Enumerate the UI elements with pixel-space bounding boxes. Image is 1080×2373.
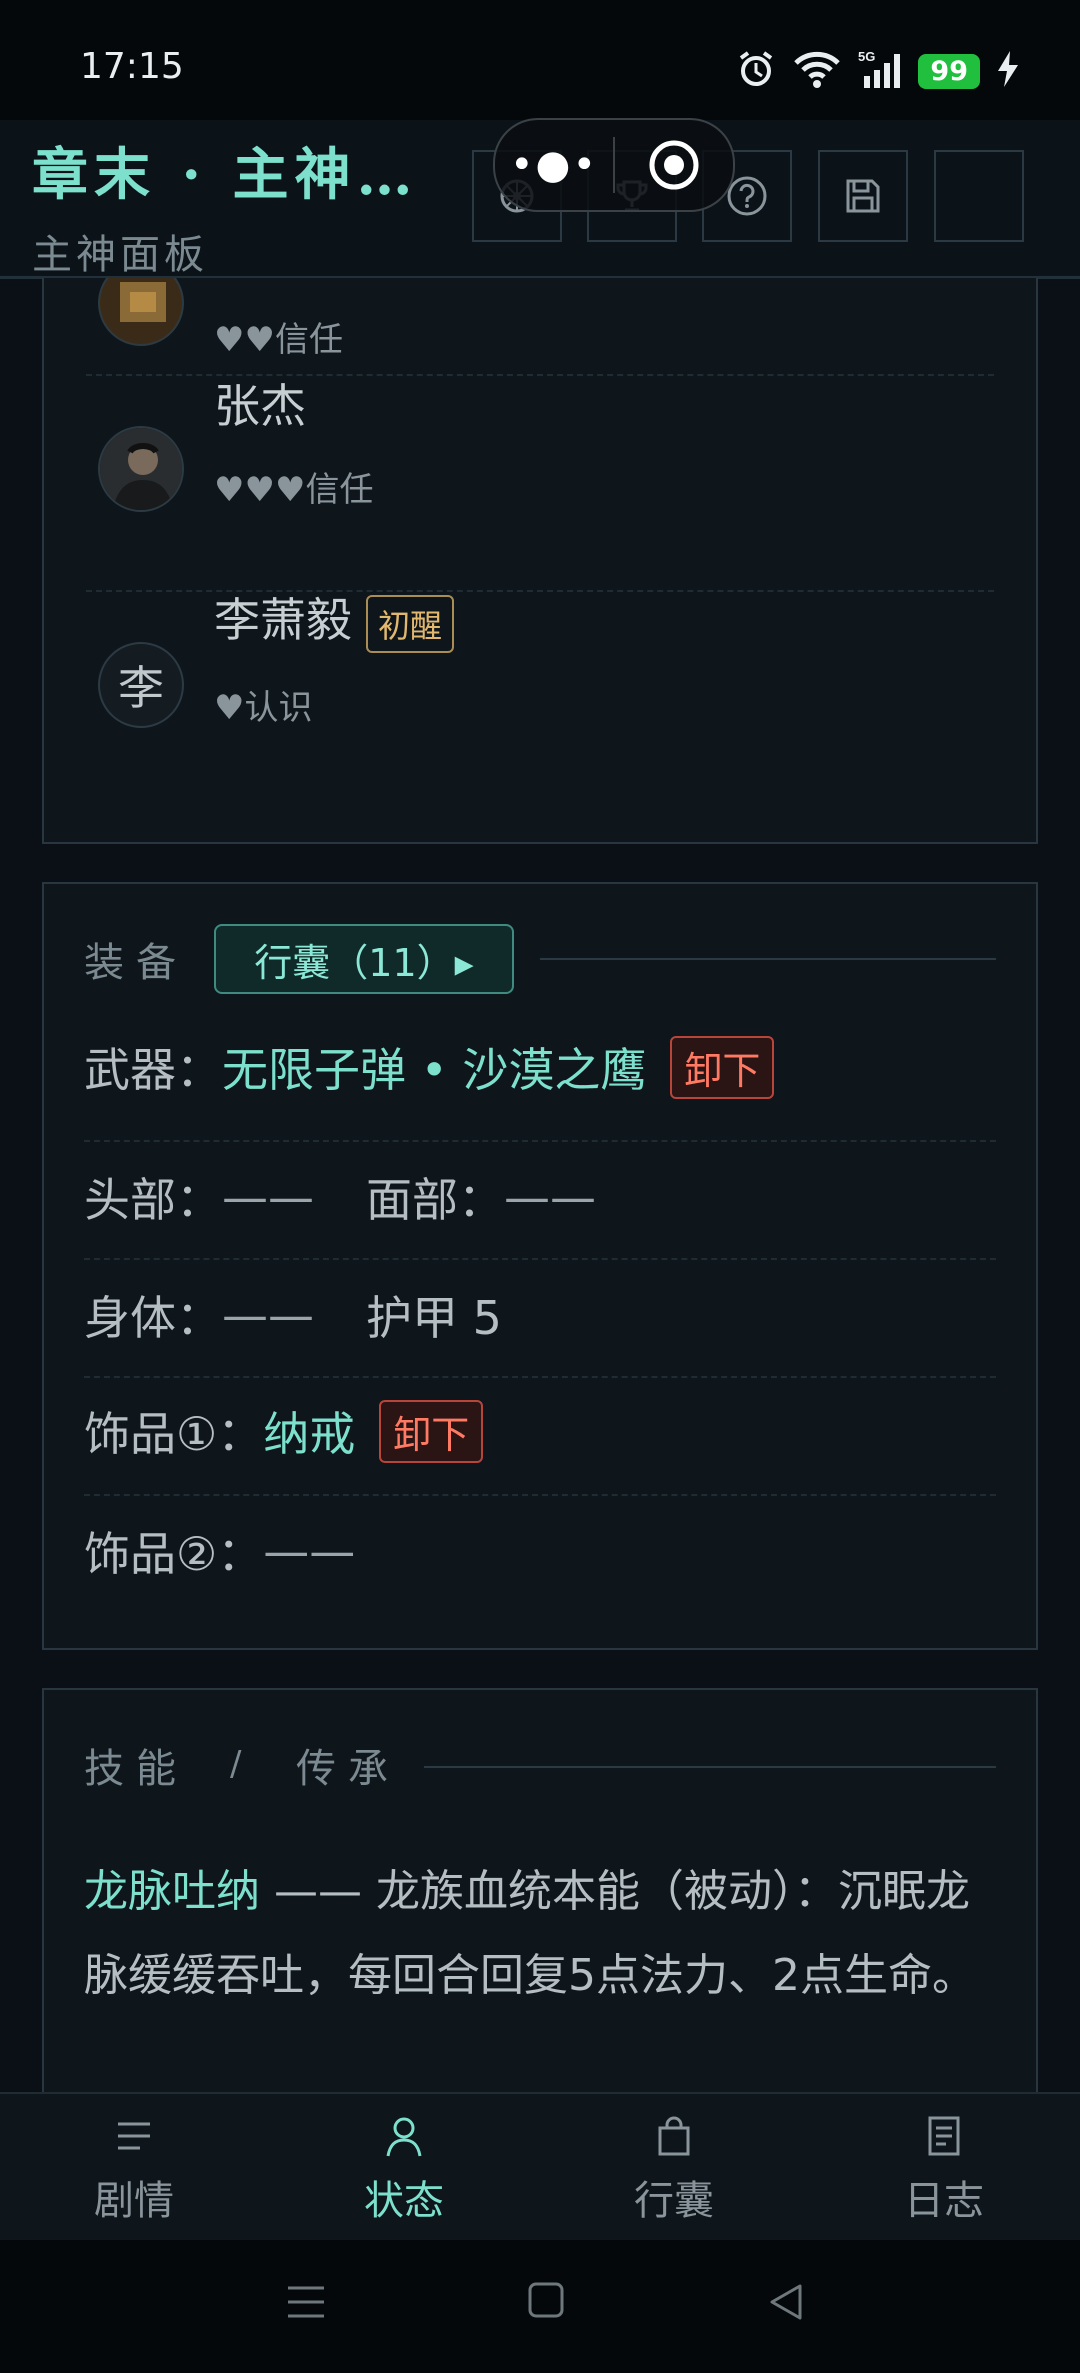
avatar[interactable]: 李 xyxy=(98,642,184,728)
face-value: —— xyxy=(504,1170,596,1224)
weapon-value[interactable]: 无限子弹 • 沙漠之鹰 xyxy=(222,1034,646,1100)
face-label: 面部： xyxy=(366,1173,504,1227)
character-name-row: 李萧毅 初醒 xyxy=(214,584,455,653)
target-icon xyxy=(649,140,699,190)
companions-panel: ♥♥信任 张杰 ♥♥♥信任 李 李萧毅 初醒 ♥认识 xyxy=(42,278,1038,844)
accessory2-label: 饰品②： xyxy=(84,1527,264,1581)
tab-label: 状态 xyxy=(364,2178,444,2224)
accessory2-value: —— xyxy=(263,1524,356,1578)
network-label: 5G xyxy=(858,49,875,64)
character-name: 李萧毅 xyxy=(214,593,352,647)
log-icon xyxy=(928,2116,960,2156)
save-button[interactable] xyxy=(818,150,908,242)
status-bar: 17:15 5G 99 xyxy=(0,0,1080,120)
section-title: 装备 xyxy=(84,940,188,986)
menu-icon xyxy=(118,2122,150,2150)
avatar[interactable] xyxy=(98,278,184,346)
section-separator: / xyxy=(230,1744,254,1784)
skills-panel: 技能 / 传承 龙脉吐纳 —— 龙族血统本能（被动）：沉眠龙脉缓缓吞吐，每回合回… xyxy=(42,1688,1038,2092)
home-icon xyxy=(528,2282,564,2318)
avatar[interactable] xyxy=(98,426,184,512)
close-button[interactable] xyxy=(615,139,733,191)
recents-icon xyxy=(288,2286,324,2318)
bottom-tab-bar: 剧情 状态 行囊 日志 xyxy=(0,2092,1080,2242)
page-subtitle: 主神面板 xyxy=(32,232,208,278)
accessory2-row: 饰品②： —— xyxy=(84,1518,355,1584)
bag-button[interactable]: 行囊（11）▸ xyxy=(214,924,514,994)
section-title: 技能 xyxy=(84,1746,188,1792)
equipment-panel: 装备 行囊（11）▸ 武器： 无限子弹 • 沙漠之鹰 卸下 头部： —— 面部：… xyxy=(42,882,1038,1650)
trust-level: ♥认识 xyxy=(214,688,313,728)
skill-name[interactable]: 龙脉吐纳 xyxy=(84,1866,260,1917)
home-button[interactable] xyxy=(526,2280,566,2324)
character-name: 张杰 xyxy=(214,379,306,433)
bag-icon xyxy=(658,2116,690,2156)
weapon-row: 武器： 无限子弹 • 沙漠之鹰 卸下 xyxy=(84,1034,775,1100)
unequip-accessory-button[interactable]: 卸下 xyxy=(379,1399,484,1463)
trust-level: ♥♥♥信任 xyxy=(214,470,374,510)
body-value: —— xyxy=(222,1288,314,1342)
tab-log[interactable]: 日志 xyxy=(844,2114,1044,2226)
battery-indicator: 99 xyxy=(918,53,980,89)
accessory1-value[interactable]: 纳戒 xyxy=(263,1398,355,1464)
trust-level: ♥♥信任 xyxy=(214,320,343,360)
wifi-icon xyxy=(792,49,842,93)
body-row: 身体： —— 护甲 5 xyxy=(84,1282,502,1348)
recents-button[interactable] xyxy=(284,2280,328,2328)
page-title: 章末 · 主神… xyxy=(32,142,419,208)
system-navigation-bar xyxy=(0,2240,1080,2373)
accessory1-label: 饰品①： xyxy=(84,1407,264,1461)
tab-status[interactable]: 状态 xyxy=(304,2114,504,2226)
tab-bag[interactable]: 行囊 xyxy=(574,2114,774,2226)
accessory1-row: 饰品①： 纳戒 卸下 xyxy=(84,1398,484,1464)
head-label: 头部： xyxy=(84,1173,222,1227)
weapon-label: 武器： xyxy=(84,1043,222,1097)
back-button[interactable] xyxy=(766,2280,806,2328)
body-label: 身体： xyxy=(84,1291,222,1345)
signal-icon: 5G xyxy=(858,48,902,94)
head-value: —— xyxy=(222,1170,314,1224)
skill-entry: 龙脉吐纳 —— 龙族血统本能（被动）：沉眠龙脉缓缓吞吐，每回合回复5点法力、2点… xyxy=(84,1850,996,2018)
save-icon xyxy=(846,179,880,213)
section-title-inheritance: 传承 xyxy=(296,1746,400,1792)
status-badge: 初醒 xyxy=(366,594,455,653)
tab-label: 日志 xyxy=(904,2178,984,2224)
back-icon xyxy=(770,2284,802,2320)
alarm-icon xyxy=(736,49,776,93)
tab-label: 剧情 xyxy=(94,2178,174,2224)
unequip-weapon-button[interactable]: 卸下 xyxy=(670,1035,775,1099)
tab-label: 行囊 xyxy=(634,2178,714,2224)
content-area[interactable]: ♥♥信任 张杰 ♥♥♥信任 李 李萧毅 初醒 ♥认识 装备 行囊（11）▸ 武器：… xyxy=(0,278,1080,2092)
status-time: 17:15 xyxy=(80,46,184,87)
head-face-row: 头部： —— 面部： —— xyxy=(84,1164,596,1230)
miniprogram-capsule: •●• xyxy=(493,118,735,212)
armor-value: 护甲 5 xyxy=(366,1291,502,1345)
tab-story[interactable]: 剧情 xyxy=(34,2114,234,2226)
more-button[interactable]: •●• xyxy=(495,142,613,188)
extra-button[interactable] xyxy=(934,150,1024,242)
person-icon xyxy=(386,2117,422,2157)
charging-icon xyxy=(996,49,1020,93)
